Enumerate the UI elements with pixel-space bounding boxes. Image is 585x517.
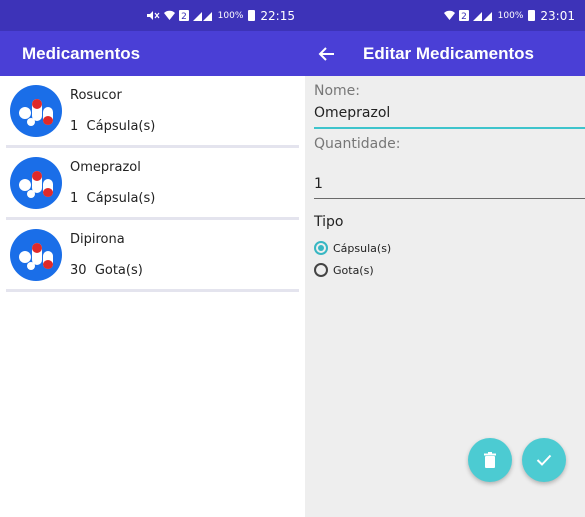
battery-percent: 100% bbox=[497, 10, 524, 21]
medication-list: Rosucor 1 Cápsula(s) Omeprazol 1 Cápsula… bbox=[0, 76, 305, 292]
edit-form: Nome: Quantidade: Tipo Cápsula(s) Gota(s… bbox=[305, 83, 585, 277]
medication-name: Dipirona bbox=[70, 231, 125, 247]
medication-quantity: 30 Gota(s) bbox=[70, 262, 143, 278]
name-field-underline bbox=[314, 127, 585, 129]
list-item[interactable]: Rosucor 1 Cápsula(s) bbox=[6, 76, 299, 148]
cell-signal-icon bbox=[192, 12, 212, 21]
save-button[interactable] bbox=[522, 438, 566, 482]
wifi-icon bbox=[443, 10, 455, 20]
pills-icon bbox=[10, 228, 62, 281]
quantity-label: Quantidade: bbox=[314, 136, 401, 152]
mute-icon bbox=[146, 11, 160, 20]
medication-list-screen: 2 100% 22:15 Medicamentos Rosucor 1 Cáps… bbox=[0, 0, 305, 517]
check-icon bbox=[536, 454, 552, 466]
pills-icon bbox=[10, 156, 62, 209]
app-bar: Editar Medicamentos bbox=[305, 31, 585, 76]
status-bar: 2 100% 23:01 bbox=[305, 0, 585, 31]
medication-quantity: 1 Cápsula(s) bbox=[70, 118, 156, 134]
edit-medication-screen: 2 100% 23:01 Editar Medicamentos Nome: Q… bbox=[305, 0, 585, 517]
radio-label: Gota(s) bbox=[333, 263, 374, 277]
radio-button-checked[interactable] bbox=[314, 241, 328, 255]
clock: 22:15 bbox=[260, 8, 295, 23]
app-bar: Medicamentos bbox=[0, 31, 305, 76]
delete-button[interactable] bbox=[468, 438, 512, 482]
sim-icon: 2 bbox=[178, 10, 189, 21]
list-item[interactable]: Dipirona 30 Gota(s) bbox=[6, 220, 299, 292]
page-title: Editar Medicamentos bbox=[363, 43, 534, 63]
quantity-field[interactable] bbox=[314, 170, 585, 198]
radio-gota[interactable]: Gota(s) bbox=[314, 263, 585, 277]
radio-button[interactable] bbox=[314, 263, 328, 277]
medication-quantity: 1 Cápsula(s) bbox=[70, 190, 156, 206]
signal-icons: 2 bbox=[443, 10, 493, 21]
cell-signal-icon bbox=[472, 12, 492, 21]
svg-text:2: 2 bbox=[181, 12, 187, 21]
radio-label: Cápsula(s) bbox=[333, 241, 392, 255]
medication-name: Omeprazol bbox=[70, 159, 141, 175]
name-label: Nome: bbox=[314, 83, 361, 99]
radio-capsula[interactable]: Cápsula(s) bbox=[314, 241, 585, 255]
list-item[interactable]: Omeprazol 1 Cápsula(s) bbox=[6, 148, 299, 220]
status-bar: 2 100% 22:15 bbox=[0, 0, 305, 31]
battery-icon bbox=[248, 10, 256, 21]
quantity-field-underline bbox=[314, 198, 585, 199]
battery-percent: 100% bbox=[217, 10, 244, 21]
medication-name: Rosucor bbox=[70, 87, 122, 103]
svg-text:2: 2 bbox=[461, 12, 467, 21]
type-label: Tipo bbox=[314, 214, 344, 230]
wifi-icon bbox=[163, 10, 175, 20]
pills-icon bbox=[10, 84, 62, 137]
trash-icon bbox=[484, 452, 496, 468]
name-field[interactable] bbox=[314, 99, 585, 127]
clock: 23:01 bbox=[540, 8, 575, 23]
battery-icon bbox=[528, 10, 536, 21]
signal-icons: 2 bbox=[146, 10, 213, 21]
sim-icon: 2 bbox=[458, 10, 469, 21]
page-title: Medicamentos bbox=[22, 43, 141, 63]
back-arrow-icon[interactable] bbox=[317, 44, 337, 64]
